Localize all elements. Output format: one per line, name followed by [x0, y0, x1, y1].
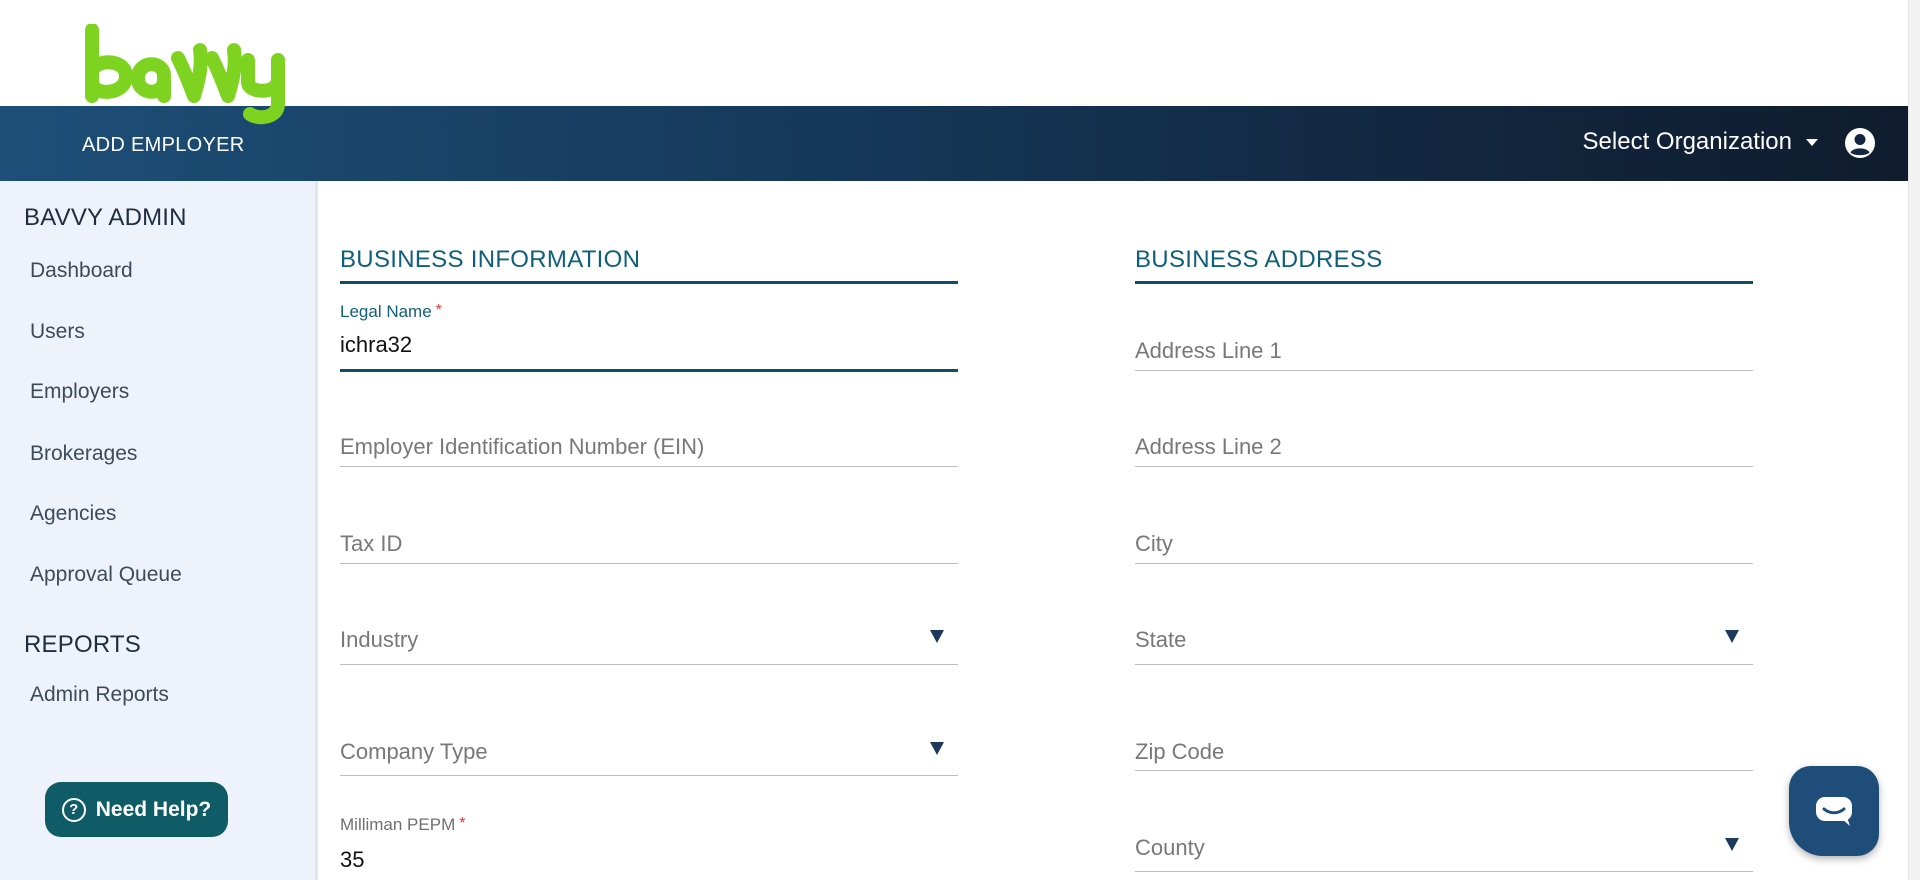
county-placeholder: County — [1135, 835, 1205, 860]
milliman-pepm-label: Milliman PEPM * — [340, 815, 466, 834]
need-help-label: Need Help? — [95, 797, 212, 821]
dropdown-arrow-icon — [1725, 838, 1739, 851]
bavvy-logo[interactable] — [82, 24, 297, 126]
account-circle-icon[interactable] — [1844, 127, 1876, 159]
business-information-title: BUSINESS INFORMATION — [340, 246, 641, 273]
ein-field[interactable]: Employer Identification Number (EIN) — [340, 426, 958, 467]
city-underline — [1135, 563, 1753, 564]
sidebar-item-agencies[interactable]: Agencies — [30, 502, 116, 526]
industry-placeholder: Industry — [340, 627, 419, 652]
city-placeholder: City — [1135, 531, 1173, 556]
tax-id-underline — [340, 563, 958, 564]
industry-select[interactable]: Industry — [340, 618, 958, 665]
sidebar-item-employers[interactable]: Employers — [30, 380, 129, 404]
company-type-underline — [340, 775, 958, 776]
sidebar-item-approval-queue[interactable]: Approval Queue — [30, 563, 182, 587]
county-select[interactable]: County — [1135, 826, 1753, 872]
state-select[interactable]: State — [1135, 618, 1753, 665]
zip-code-underline — [1135, 770, 1753, 771]
section-divider — [1135, 281, 1753, 284]
sidebar-item-admin-reports[interactable]: Admin Reports — [30, 683, 169, 707]
county-underline — [1135, 871, 1753, 872]
page-title: ADD EMPLOYER — [82, 134, 245, 156]
zip-code-placeholder: Zip Code — [1135, 739, 1225, 764]
company-type-select[interactable]: Company Type — [340, 730, 958, 776]
state-underline — [1135, 664, 1753, 665]
ein-underline — [340, 466, 958, 467]
legal-name-label: Legal Name * — [340, 302, 442, 321]
chat-launcher-button[interactable] — [1789, 766, 1879, 856]
dropdown-arrow-icon — [930, 742, 944, 755]
sidebar-section-bavvy-admin: BAVVY ADMIN — [24, 204, 187, 231]
state-placeholder: State — [1135, 627, 1187, 652]
tax-id-placeholder: Tax ID — [340, 531, 403, 556]
sidebar-item-brokerages[interactable]: Brokerages — [30, 442, 137, 466]
legal-name-field[interactable]: Legal Name * ichra32 — [340, 302, 958, 372]
question-circle-icon: ? — [61, 797, 86, 822]
milliman-pepm-field[interactable]: Milliman PEPM * 35 — [340, 815, 958, 880]
dropdown-arrow-icon — [930, 630, 944, 643]
dropdown-arrow-icon — [1725, 630, 1739, 643]
legal-name-underline — [340, 369, 958, 372]
address-line-2-placeholder: Address Line 2 — [1135, 434, 1282, 459]
sidebar-item-dashboard[interactable]: Dashboard — [30, 259, 133, 283]
company-type-placeholder: Company Type — [340, 739, 488, 764]
business-address-title: BUSINESS ADDRESS — [1135, 246, 1383, 273]
window-scrollbar-edge — [1908, 0, 1920, 880]
city-field[interactable]: City — [1135, 523, 1753, 564]
tax-id-field[interactable]: Tax ID — [340, 523, 958, 564]
industry-underline — [340, 664, 958, 665]
need-help-button[interactable]: ? Need Help? — [45, 782, 228, 837]
sidebar: BAVVY ADMIN Dashboard Users Employers Br… — [0, 181, 318, 880]
select-organization-label: Select Organization — [1582, 128, 1792, 155]
sidebar-item-users[interactable]: Users — [30, 320, 85, 344]
page: ADD EMPLOYER Select Organization BAVVY A… — [0, 0, 1920, 880]
legal-name-value: ichra32 — [340, 332, 413, 357]
address-line-1-underline — [1135, 370, 1753, 371]
address-line-2-field[interactable]: Address Line 2 — [1135, 426, 1753, 467]
caret-down-icon — [1806, 138, 1818, 146]
zip-code-field[interactable]: Zip Code — [1135, 730, 1753, 771]
sidebar-section-reports: REPORTS — [24, 631, 141, 658]
ein-placeholder: Employer Identification Number (EIN) — [340, 434, 705, 459]
milliman-pepm-value: 35 — [340, 847, 365, 872]
chat-bubble-icon — [1816, 797, 1852, 826]
address-line-1-placeholder: Address Line 1 — [1135, 338, 1282, 363]
address-line-1-field[interactable]: Address Line 1 — [1135, 331, 1753, 371]
section-divider — [340, 281, 958, 284]
address-line-2-underline — [1135, 466, 1753, 467]
select-organization-dropdown[interactable]: Select Organization — [1583, 128, 1818, 156]
